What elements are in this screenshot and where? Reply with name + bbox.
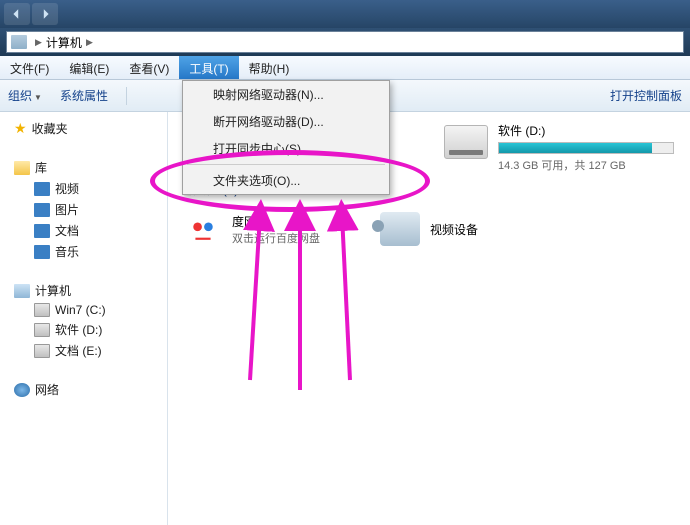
breadcrumb-root[interactable]: 计算机 [46, 34, 82, 51]
toolbar-open-control-panel[interactable]: 打开控制面板 [610, 87, 682, 104]
pictures-icon [34, 203, 50, 217]
baidu-icon [184, 210, 222, 248]
toolbar-system-properties[interactable]: 系统属性 [60, 87, 108, 104]
sidebar-library[interactable]: 库 [0, 157, 167, 178]
menu-edit[interactable]: 编辑(E) [59, 56, 119, 79]
address-field[interactable]: ▶ 计算机 ▶ [6, 31, 684, 53]
sidebar-drive-d[interactable]: 软件 (D:) [0, 319, 167, 340]
drive-icon [34, 344, 50, 358]
toolbar-organize[interactable]: 组织▼ [8, 87, 42, 104]
drive-free-text: 14.3 GB 可用，共 127 GB [498, 157, 674, 173]
menu-bar: 文件(F) 编辑(E) 查看(V) 工具(T) 帮助(H) [0, 56, 690, 80]
network-icon [14, 383, 30, 397]
computer-icon [11, 35, 27, 49]
sidebar-item-documents[interactable]: 文档 [0, 220, 167, 241]
menu-file[interactable]: 文件(F) [0, 56, 59, 79]
sidebar: ★收藏夹 库 视频 图片 文档 音乐 计算机 Win7 (C:) 软件 (D:)… [0, 112, 168, 525]
item-baidu-netdisk[interactable]: 度网盘 双击运行百度网盘 [184, 210, 320, 248]
sidebar-favorites[interactable]: ★收藏夹 [0, 118, 167, 139]
sidebar-computer[interactable]: 计算机 [0, 280, 167, 301]
tools-dropdown: 映射网络驱动器(N)...断开网络驱动器(D)...打开同步中心(S)... 文件… [182, 80, 390, 195]
camcorder-icon [380, 212, 420, 246]
item-video-device[interactable]: 视频设备 [380, 210, 478, 248]
star-icon: ★ [14, 120, 27, 137]
chevron-right-icon: ▶ [35, 37, 42, 48]
sidebar-item-pictures[interactable]: 图片 [0, 199, 167, 220]
baidu-subtitle: 双击运行百度网盘 [232, 230, 320, 246]
documents-icon [34, 224, 50, 238]
music-icon [34, 245, 50, 259]
drive-icon [34, 303, 50, 317]
computer-icon [14, 284, 30, 298]
drive-icon [444, 125, 488, 159]
chevron-right-icon: ▶ [86, 37, 93, 48]
sidebar-network[interactable]: 网络 [0, 379, 167, 400]
nav-back-button[interactable] [4, 3, 30, 25]
address-bar: ▶ 计算机 ▶ [0, 28, 690, 56]
dropdown-item[interactable]: 打开同步中心(S)... [183, 135, 389, 162]
video-icon [34, 182, 50, 196]
video-device-label: 视频设备 [430, 221, 478, 238]
drive-usage-bar [498, 142, 674, 154]
dropdown-item[interactable]: 文件夹选项(O)... [183, 167, 389, 194]
drive-title: 软件 (D:) [498, 122, 674, 139]
dropdown-item[interactable]: 断开网络驱动器(D)... [183, 108, 389, 135]
sidebar-item-music[interactable]: 音乐 [0, 241, 167, 262]
sidebar-item-video[interactable]: 视频 [0, 178, 167, 199]
menu-view[interactable]: 查看(V) [119, 56, 179, 79]
drive-tile-d[interactable]: 软件 (D:) 14.3 GB 可用，共 127 GB [444, 122, 674, 173]
dropdown-item[interactable]: 映射网络驱动器(N)... [183, 81, 389, 108]
toolbar-separator [126, 87, 127, 105]
menu-help[interactable]: 帮助(H) [239, 56, 300, 79]
titlebar [0, 0, 690, 28]
sidebar-drive-e[interactable]: 文档 (E:) [0, 340, 167, 361]
baidu-title: 度网盘 [232, 213, 320, 230]
sidebar-drive-c[interactable]: Win7 (C:) [0, 301, 167, 319]
dropdown-separator [187, 164, 385, 165]
menu-tools[interactable]: 工具(T) [179, 56, 238, 79]
library-icon [14, 161, 30, 175]
nav-forward-button[interactable] [32, 3, 58, 25]
drive-icon [34, 323, 50, 337]
